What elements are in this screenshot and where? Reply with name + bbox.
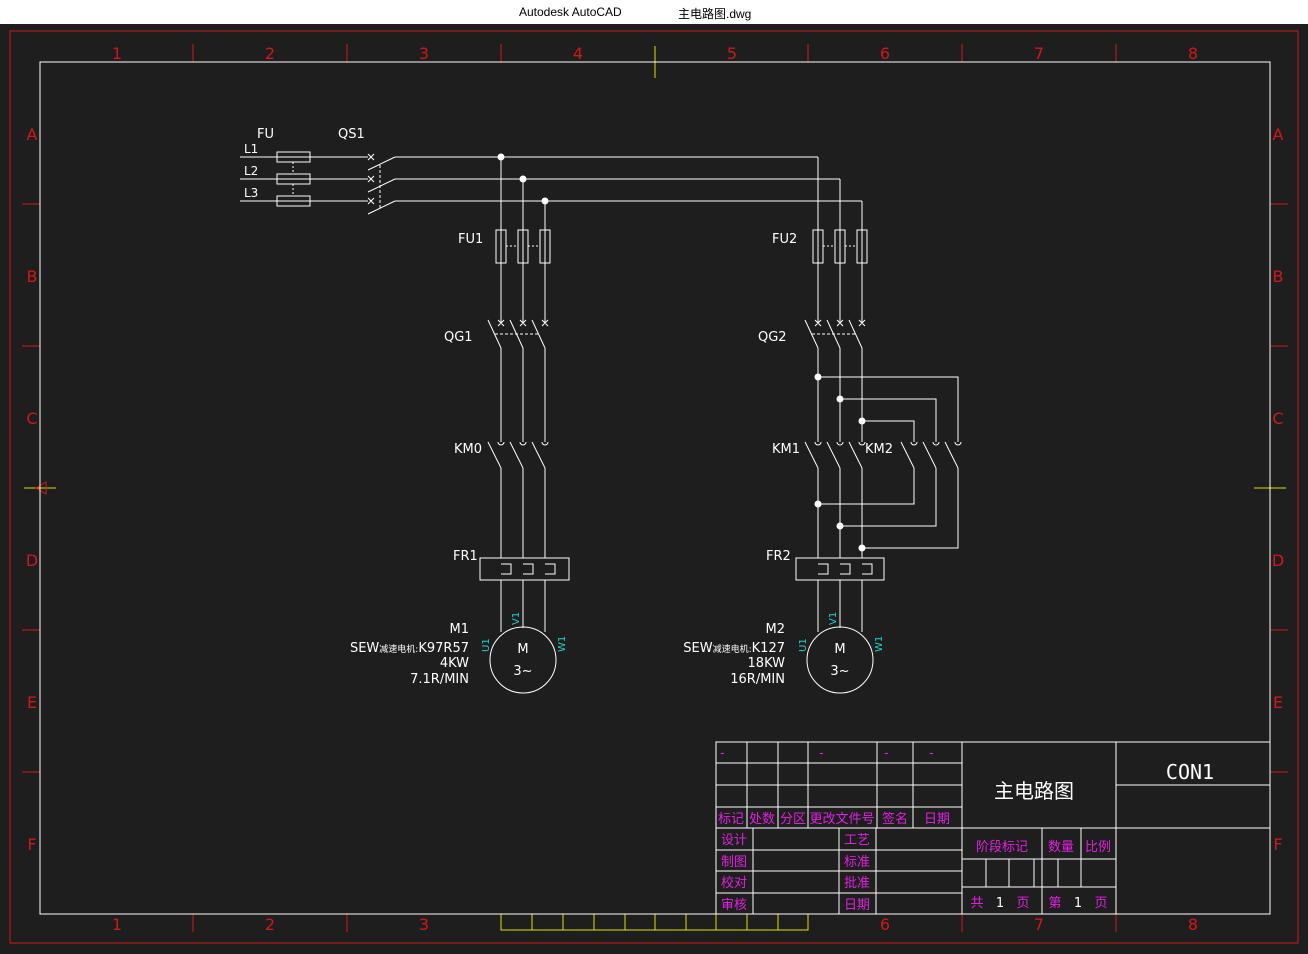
rev-dash-4: - [929, 746, 934, 761]
m1-symbol-m: M [517, 642, 528, 657]
sheet-total-value: 1 [996, 896, 1004, 911]
role-process: 工艺 [844, 833, 870, 848]
km0-label: KM0 [454, 442, 482, 457]
role-standard: 标准 [844, 855, 870, 870]
col-label-bottom-1: 1 [112, 915, 122, 934]
fu-label: FU [257, 127, 274, 142]
row-label-right-d: D [1272, 551, 1284, 570]
col-label-top-7: 7 [1034, 44, 1044, 63]
rev-header-docno: 更改文件号 [809, 812, 874, 827]
row-label-left-a: A [27, 125, 38, 144]
stage-header-scale: 比例 [1085, 840, 1111, 855]
file-name: 主电路图.dwg [678, 7, 752, 21]
col-label-bottom-6: 6 [880, 915, 890, 934]
col-label-top-4: 4 [573, 44, 583, 63]
role-approve: 批准 [844, 876, 870, 891]
m2-terminal-v1: V1 [828, 612, 839, 625]
rev-dash-2: - [819, 746, 824, 761]
sheet-total-prefix: 共 [970, 896, 983, 911]
canvas-background [0, 24, 1308, 954]
m2-label: M2 [766, 622, 786, 637]
stage-header-mark: 阶段标记 [976, 840, 1028, 855]
m1-power: 4KW [440, 656, 469, 671]
m1-terminal-u1: U1 [481, 638, 492, 652]
qg2-label: QG2 [758, 330, 787, 345]
fr1-label: FR1 [453, 549, 478, 564]
row-label-right-e: E [1273, 693, 1283, 712]
sheet-total-suffix: 页 [1016, 896, 1029, 911]
col-label-top-6: 6 [880, 44, 890, 63]
m1-symbol-phase: 3~ [513, 664, 532, 679]
m1-terminal-w1: W1 [557, 636, 568, 652]
rev-dash-1: - [720, 746, 725, 761]
qg1-label: QG1 [444, 330, 473, 345]
rev-header-zone: 分区 [780, 812, 806, 827]
col-label-bottom-3: 3 [419, 915, 429, 934]
row-label-left-b: B [27, 267, 38, 286]
role-check: 校对 [721, 875, 747, 891]
row-label-right-c: C [1272, 409, 1283, 428]
role-review: 审核 [721, 898, 747, 913]
km2-label: KM2 [865, 442, 893, 457]
m2-symbol-m: M [834, 642, 845, 657]
row-label-left-e: E [27, 693, 37, 712]
stage-header-qty: 数量 [1048, 840, 1074, 855]
row-label-right-f: F [1273, 835, 1282, 854]
col-label-top-3: 3 [419, 44, 429, 63]
col-label-top-2: 2 [265, 44, 275, 63]
m1-label: M1 [450, 622, 470, 637]
phase-l1-label: L1 [244, 142, 258, 156]
qs1-label: QS1 [338, 127, 365, 142]
rev-dash-3: - [884, 746, 889, 761]
rev-header-mark: 标记 [718, 812, 744, 827]
fu2-label: FU2 [772, 232, 797, 247]
row-label-left-c: C [26, 409, 37, 428]
sheet-num-value: 1 [1074, 896, 1082, 911]
km1-label: KM1 [772, 442, 800, 457]
col-label-bottom-2: 2 [265, 915, 275, 934]
title-bar: Autodesk AutoCAD 主电路图.dwg [0, 0, 1308, 24]
phase-l3-label: L3 [244, 186, 258, 200]
drawing-canvas[interactable]: 1 2 3 4 5 6 7 8 1 2 3 6 7 8 A B C D E F … [0, 24, 1308, 954]
rev-header-count: 处数 [749, 812, 775, 827]
row-label-left-d: D [26, 551, 38, 570]
rev-header-date: 日期 [924, 812, 950, 827]
col-label-top-8: 8 [1188, 44, 1198, 63]
col-label-top-1: 1 [112, 44, 122, 63]
col-label-top-5: 5 [727, 44, 737, 63]
fr2-label: FR2 [766, 549, 791, 564]
fu1-label: FU1 [458, 232, 483, 247]
drawing-code: CON1 [1166, 760, 1214, 784]
m1-speed: 7.1R/MIN [410, 672, 469, 687]
m2-terminal-w1: W1 [874, 636, 885, 652]
m2-symbol-phase: 3~ [830, 664, 849, 679]
row-label-right-b: B [1273, 267, 1284, 286]
role-draw: 制图 [721, 855, 747, 870]
col-label-bottom-7: 7 [1034, 915, 1044, 934]
role-design: 设计 [721, 833, 747, 848]
role-date: 日期 [844, 898, 870, 913]
sheet-num-prefix: 第 [1048, 896, 1061, 911]
drawing-title: 主电路图 [994, 779, 1074, 803]
rev-header-sign: 签名 [882, 811, 908, 827]
m2-terminal-u1: U1 [798, 638, 809, 652]
app-name: Autodesk AutoCAD [519, 5, 622, 19]
phase-l2-label: L2 [244, 164, 258, 178]
m1-terminal-v1: V1 [511, 612, 522, 625]
row-label-left-f: F [27, 835, 36, 854]
row-label-right-a: A [1273, 125, 1284, 144]
m2-speed: 16R/MIN [730, 672, 785, 687]
col-label-bottom-8: 8 [1188, 915, 1198, 934]
sheet-num-suffix: 页 [1094, 896, 1107, 911]
m2-power: 18KW [748, 656, 786, 671]
